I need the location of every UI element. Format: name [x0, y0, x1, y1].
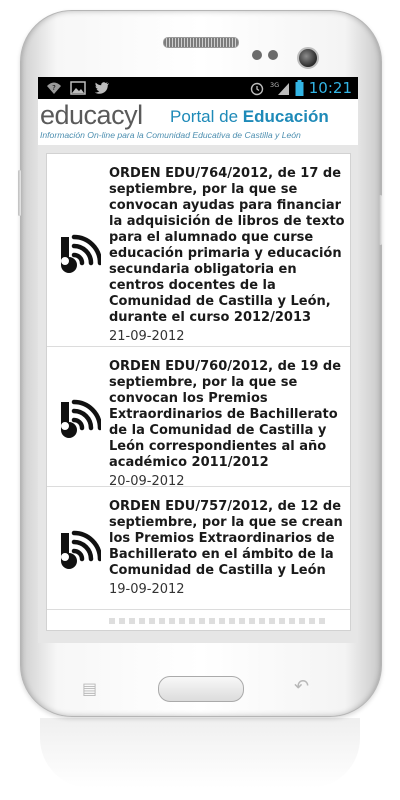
battery-icon: [295, 80, 304, 96]
wifi-question-icon: ?: [47, 82, 61, 94]
signal-icon: 3G: [270, 81, 289, 95]
rss-feed-icon: [61, 234, 101, 273]
news-date: 19-09-2012: [109, 582, 185, 597]
news-content: ORDEN EDU/764/2012, de 17 de septiembre,…: [38, 145, 358, 643]
rss-feed-icon: [61, 530, 101, 569]
earpiece-speaker: [163, 37, 239, 48]
list-item[interactable]: ORDEN EDU/757/2012, de 12 de septiembre,…: [47, 487, 350, 610]
list-item[interactable]: ORDEN EDU/760/2012, de 19 de septiembre,…: [47, 347, 350, 489]
list-item-partial[interactable]: [47, 610, 350, 630]
image-icon: [70, 81, 86, 95]
alarm-icon: [250, 82, 263, 96]
phone-reflection: [40, 718, 360, 788]
volume-button: [18, 170, 21, 216]
svg-text:?: ?: [52, 84, 56, 92]
list-item-text: ORDEN EDU/757/2012, de 12 de septiembre,…: [109, 499, 345, 597]
list-item-text: ORDEN EDU/764/2012, de 17 de septiembre,…: [109, 166, 345, 344]
menu-key-icon[interactable]: ▤: [82, 679, 97, 698]
home-button[interactable]: [158, 676, 244, 702]
news-title[interactable]: ORDEN EDU/760/2012, de 19 de septiembre,…: [109, 359, 345, 471]
twitter-icon: [94, 82, 109, 94]
header-tagline: Información On-line para la Comunidad Ed…: [40, 130, 301, 140]
power-button: [379, 195, 382, 245]
light-sensor: [268, 50, 278, 60]
status-bar: ? 3G 10:21: [38, 77, 358, 99]
status-clock: 10:21: [308, 79, 352, 97]
portal-bold: Educación: [242, 107, 329, 126]
faded-text-line: [109, 618, 329, 624]
portal-prefix: Portal de: [170, 107, 243, 126]
list-item-text: ORDEN EDU/760/2012, de 19 de septiembre,…: [109, 359, 345, 489]
rss-feed-icon: [61, 399, 101, 438]
news-date: 21-09-2012: [109, 329, 185, 344]
network-type-label: 3G: [270, 81, 279, 89]
news-title[interactable]: ORDEN EDU/757/2012, de 12 de septiembre,…: [109, 499, 345, 579]
brand-logo[interactable]: educacyl: [40, 100, 143, 131]
news-title[interactable]: ORDEN EDU/764/2012, de 17 de septiembre,…: [109, 166, 345, 326]
portal-title: Portal de Educación: [170, 107, 329, 127]
proximity-sensor: [252, 50, 262, 60]
news-list[interactable]: ORDEN EDU/764/2012, de 17 de septiembre,…: [46, 153, 351, 631]
list-item[interactable]: ORDEN EDU/764/2012, de 17 de septiembre,…: [47, 154, 350, 347]
back-key-icon[interactable]: ↶: [294, 676, 309, 697]
front-camera: [297, 47, 319, 69]
phone-screen: ? 3G 10:21 educacyl Portal de Educación …: [38, 77, 358, 643]
site-header: educacyl Portal de Educación Información…: [38, 99, 358, 146]
